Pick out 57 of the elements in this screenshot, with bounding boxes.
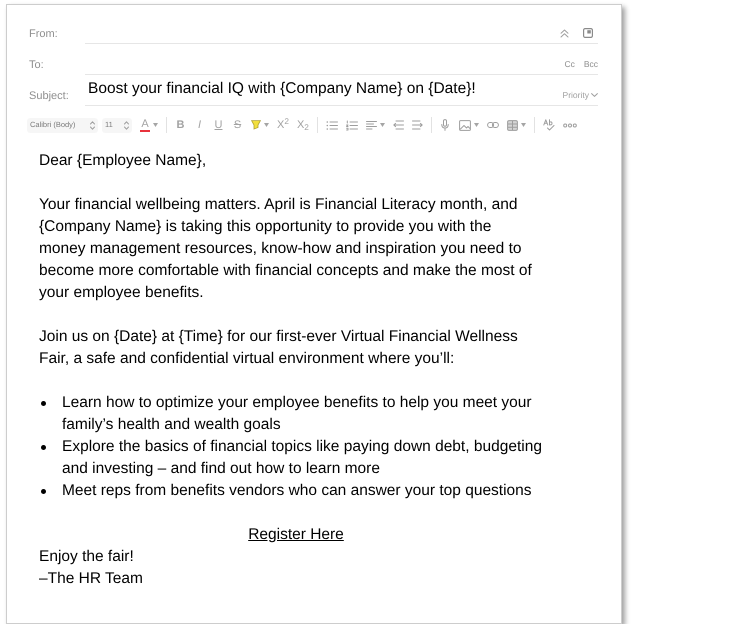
outdent-icon xyxy=(392,120,404,130)
table-button[interactable] xyxy=(506,118,526,132)
stepper-icon xyxy=(90,120,95,130)
caret-icon xyxy=(153,123,158,127)
recipient-toggle[interactable]: Bcc xyxy=(584,58,598,70)
indent-button[interactable] xyxy=(412,118,423,132)
highlight-button[interactable] xyxy=(251,118,269,132)
field-label: From: xyxy=(29,27,59,42)
window-icon xyxy=(582,28,592,38)
pop-out-button[interactable] xyxy=(582,26,593,40)
subscript-button[interactable]: X$_{2}$ xyxy=(296,118,309,132)
font-color-button[interactable]: A xyxy=(140,118,158,132)
indent-icon xyxy=(412,120,423,130)
image-icon xyxy=(458,120,471,130)
bulleted-list-button[interactable] xyxy=(326,118,338,132)
register-link[interactable]: Register Here xyxy=(248,526,344,543)
more-icon xyxy=(562,122,577,128)
link-icon xyxy=(486,121,499,129)
italic-button[interactable]: I xyxy=(194,118,205,132)
table-icon xyxy=(506,120,518,130)
strikethrough-button[interactable]: S xyxy=(232,118,243,132)
double-chevron-up-icon xyxy=(560,28,569,38)
bullet-text: Meet reps from benefits vendors who can answer your top questions xyxy=(62,481,532,501)
body-paragraph: Join us on {Date} at {Time} for our first-ever Virtual Financial Wellness Fair, a safe and confidential virtual environment where you’ll: xyxy=(39,327,519,369)
numbered-list-icon xyxy=(346,120,358,130)
bullet-icon xyxy=(41,489,46,494)
closing-text: Enjoy the fair! xyxy=(39,547,135,567)
dictate-button[interactable] xyxy=(440,118,451,132)
spelling-button[interactable] xyxy=(542,118,555,132)
stepper-icon xyxy=(124,120,129,130)
align-button[interactable] xyxy=(366,118,385,132)
chevron-down-icon xyxy=(591,93,598,97)
caret-icon xyxy=(520,123,526,127)
recipient-toggle[interactable]: Cc xyxy=(564,58,575,70)
microphone-icon xyxy=(441,119,450,131)
underline-button[interactable]: U xyxy=(213,118,224,132)
align-left-icon xyxy=(366,120,377,130)
numbered-list-button[interactable] xyxy=(346,118,358,132)
caret-icon xyxy=(474,123,479,127)
field-label: Subject: xyxy=(29,89,70,104)
spell-check-icon xyxy=(542,119,555,131)
bulleted-list-icon xyxy=(326,120,338,130)
priority-dropdown[interactable]: Priority xyxy=(562,89,598,101)
bold-button[interactable]: B xyxy=(175,118,186,132)
bullet-text: Learn how to optimize your employee benefits to help you meet your family’s health and wealth goals xyxy=(62,393,533,435)
bullet-icon xyxy=(41,445,46,450)
body-paragraph: Your financial wellbeing matters. April is Financial Literacy month, and {Company Name} is taking this opportunity to provide you with the money management resources, know-how and inspiration you need to become more comfortable with financial concepts and make the most of your employee benefits. xyxy=(39,195,533,303)
superscript-button[interactable]: X$^{2}$ xyxy=(277,118,289,132)
bullet-icon xyxy=(41,401,46,406)
closing-text: –The HR Team xyxy=(39,569,144,589)
caret-icon xyxy=(264,123,269,127)
outdent-button[interactable] xyxy=(392,118,404,132)
bullet-text: Explore the basics of financial topics like paying down debt, budgeting and investing – and find out how to learn more xyxy=(62,437,543,479)
greeting-text: Dear {Employee Name}, xyxy=(39,151,208,171)
picture-button[interactable] xyxy=(458,118,479,132)
field-label: To: xyxy=(29,58,45,73)
caret-icon xyxy=(380,123,385,127)
